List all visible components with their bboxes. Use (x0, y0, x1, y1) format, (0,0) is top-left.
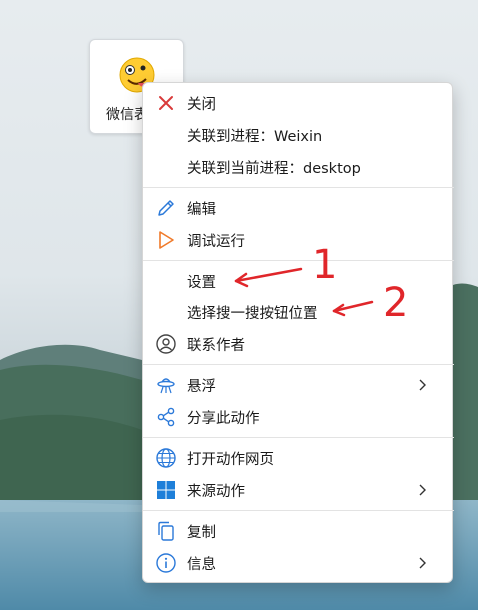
menu-item-bind-current-process[interactable]: 关联到当前进程：desktop (147, 152, 450, 182)
share-icon (157, 407, 175, 427)
menu-item-label: 关联到当前进程：desktop (187, 160, 361, 177)
chevron-right-icon (419, 484, 426, 496)
menu-item-debug-run[interactable]: 调试运行 (147, 225, 450, 255)
menu-item-edit[interactable]: 编辑 (147, 193, 450, 223)
menu-item-label: 分享此动作 (187, 410, 260, 427)
menu-item-label: 编辑 (187, 201, 216, 218)
ufo-icon (157, 378, 175, 394)
menu-item-label: 打开动作网页 (187, 451, 274, 468)
copy-icon (158, 521, 174, 541)
menu-item-copy[interactable]: 复制 (147, 516, 450, 546)
chevron-right-icon (419, 557, 426, 569)
menu-item-source-action[interactable]: 来源动作 (147, 475, 450, 505)
menu-item-label: 复制 (187, 524, 216, 541)
menu-item-label: 关联到进程：Weixin (187, 128, 323, 145)
menu-item-label: 悬浮 (187, 378, 216, 395)
menu-item-float[interactable]: 悬浮 (147, 370, 450, 400)
chevron-right-icon (419, 379, 426, 391)
context-menu: 关闭 关联到进程：Weixin 关联到当前进程：desktop 编辑 调试运行 … (142, 82, 454, 583)
menu-item-label: 选择搜一搜按钮位置 (187, 305, 318, 322)
pencil-icon (158, 200, 174, 216)
menu-separator (143, 187, 454, 188)
menu-item-label: 调试运行 (187, 233, 245, 250)
menu-separator (143, 437, 454, 438)
globe-icon (156, 448, 176, 468)
menu-item-share-action[interactable]: 分享此动作 (147, 402, 450, 432)
menu-separator (143, 510, 454, 511)
menu-separator (143, 364, 454, 365)
menu-item-bind-process[interactable]: 关联到进程：Weixin (147, 120, 450, 150)
menu-item-label: 设置 (187, 274, 216, 291)
annotation-number-1: 1 (312, 242, 338, 288)
menu-item-close[interactable]: 关闭 (147, 88, 450, 118)
menu-item-label: 关闭 (187, 96, 216, 113)
play-icon (159, 231, 174, 249)
annotation-number-2: 2 (383, 280, 409, 326)
menu-separator (143, 260, 454, 261)
menu-item-label: 来源动作 (187, 483, 245, 500)
menu-item-label: 联系作者 (187, 337, 245, 354)
info-icon (156, 553, 176, 573)
windows-icon (157, 481, 175, 499)
menu-item-info[interactable]: 信息 (147, 548, 450, 578)
close-icon (159, 96, 173, 110)
menu-item-label: 信息 (187, 556, 216, 573)
menu-item-open-action-webpage[interactable]: 打开动作网页 (147, 443, 450, 473)
menu-item-contact-author[interactable]: 联系作者 (147, 329, 450, 359)
user-icon (156, 334, 176, 354)
